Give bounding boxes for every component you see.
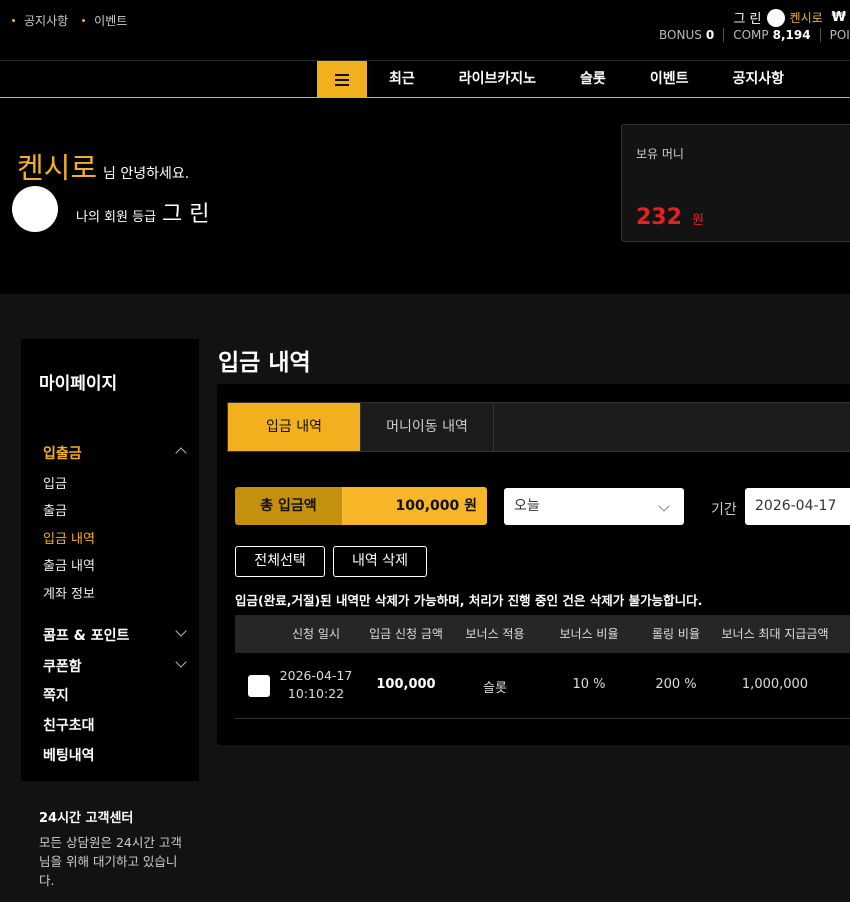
column-header: 보너스 최대 지급금액 <box>721 627 829 641</box>
row-checkbox[interactable] <box>248 675 270 697</box>
greeting: 켄시로 님 안녕하세요. <box>17 145 189 187</box>
balance-amount: 232 원 <box>636 205 704 230</box>
menu-icon-line <box>335 78 349 81</box>
total-deposit-value: 100,000 원 <box>342 487 487 525</box>
sidebar-item-bet-history[interactable]: 베팅내역 <box>43 745 95 765</box>
comp-point: COMP 8,194 <box>733 28 821 42</box>
total-deposit: 총 입금액 100,000 원 <box>235 487 487 525</box>
table-row: 2026-04-17 10:10:22 100,000 슬롯 10 % 200 … <box>235 653 850 719</box>
member-grade-label: 나의 회원 등급 <box>76 210 157 225</box>
bullet-icon <box>12 19 15 22</box>
support-description: 모든 상담원은 24시간 고객님을 위해 대기하고 있습니다. <box>39 835 182 888</box>
support-center: 24시간 고객센터 모든 상담원은 24시간 고객님을 위해 대기하고 있습니다… <box>21 781 199 902</box>
row-date-time: 2026-04-17 10:10:22 <box>279 668 353 701</box>
sidebar-group-deposit-withdraw[interactable]: 입출금 <box>43 443 187 463</box>
user-grade: 그 린 <box>733 12 762 27</box>
sidebar-item-withdraw[interactable]: 출금 <box>43 500 67 519</box>
row-max-bonus: 1,000,000 <box>741 677 809 692</box>
bonus-point: BONUS 0 <box>659 28 725 42</box>
sidebar-title: 마이페이지 <box>39 374 118 394</box>
top-links: 공지사항 이벤트 <box>12 12 127 29</box>
balance-value: 232 <box>636 205 682 230</box>
tab-money-transfer-history[interactable]: 머니이동 내역 <box>361 403 494 451</box>
nav-item-recent[interactable]: 최근 <box>367 61 437 98</box>
balance-card: 보유 머니 232 원 <box>621 124 850 242</box>
delete-history-button[interactable]: 내역 삭제 <box>333 546 427 577</box>
column-header: 보너스 비율 <box>559 627 619 641</box>
menu-icon-line <box>335 73 349 76</box>
user-summary: 그 린 켄시로 ₩ <box>733 8 846 27</box>
top-link-event[interactable]: 이벤트 <box>82 12 127 29</box>
mypage-sidebar: 마이페이지 입출금 입금 출금 입금 내역 출금 내역 계좌 정보 콤프 & 포… <box>21 339 199 902</box>
menu-icon-line <box>335 83 349 86</box>
row-rolling-rate: 200 % <box>655 677 697 692</box>
point-label: POIN <box>829 28 850 42</box>
sidebar-item-deposit[interactable]: 입금 <box>43 473 67 492</box>
select-all-button[interactable]: 전체선택 <box>235 546 325 577</box>
column-header: 입금 신청 금액 <box>369 627 443 641</box>
sidebar-item-account-info[interactable]: 계좌 정보 <box>43 583 95 602</box>
sidebar-item-withdraw-history[interactable]: 출금 내역 <box>43 555 95 574</box>
period-select[interactable]: 오늘 <box>504 488 684 525</box>
chevron-up-icon <box>175 447 187 459</box>
nav-item-event[interactable]: 이벤트 <box>628 61 711 98</box>
hamburger-menu-button[interactable] <box>317 61 367 98</box>
balance-label: 보유 머니 <box>636 147 684 161</box>
row-bonus-rate: 10 % <box>572 677 606 692</box>
sidebar-group-coupon[interactable]: 쿠폰함 <box>43 656 187 676</box>
table-header: 신청 일시 입금 신청 금액 보너스 적용 보너스 비율 롤링 비율 보너스 최… <box>235 615 850 653</box>
bullet-icon <box>82 19 86 22</box>
row-bonus-type: 슬롯 <box>483 681 507 696</box>
top-link-notice[interactable]: 공지사항 <box>12 12 68 29</box>
member-grade: 나의 회원 등급 그 린 <box>76 196 210 228</box>
support-title: 24시간 고객센터 <box>39 811 134 826</box>
nav-item-live-casino[interactable]: 라이브카지노 <box>437 61 558 98</box>
member-avatar <box>12 186 58 232</box>
balance-unit: 원 <box>691 213 704 228</box>
period-label: 기간 <box>711 502 737 518</box>
row-amount: 100,000 <box>376 677 436 692</box>
nav-item-notice[interactable]: 공지사항 <box>710 61 806 98</box>
sidebar-group-comp-point[interactable]: 콤프 & 포인트 <box>43 625 187 645</box>
column-header: 보너스 적용 <box>465 627 525 641</box>
points-summary: BONUS 0 COMP 8,194 POIN <box>659 28 850 42</box>
total-deposit-label: 총 입금액 <box>235 487 342 525</box>
delete-notice: 입금(완료,거절)된 내역만 삭제가 가능하며, 처리가 진행 중인 건은 삭제… <box>235 593 703 608</box>
nav-items: 최근 라이브카지노 슬롯 이벤트 공지사항 <box>367 61 806 98</box>
greeting-suffix: 님 안녕하세요. <box>103 166 190 182</box>
date-input[interactable]: 2026-04-17 <box>745 488 850 525</box>
currency-symbol: ₩ <box>831 10 846 25</box>
content-panel: 입금 내역 머니이동 내역 총 입금액 100,000 원 오늘 기간 2026… <box>217 384 850 745</box>
page-title: 입금 내역 <box>218 350 311 376</box>
member-grade-value: 그 린 <box>162 202 210 227</box>
chevron-down-icon <box>175 625 187 637</box>
column-header: 롤링 비율 <box>652 627 700 641</box>
column-header: 신청 일시 <box>292 627 340 641</box>
sidebar-item-message[interactable]: 쪽지 <box>43 685 69 705</box>
user-avatar-icon <box>766 8 785 27</box>
sidebar-item-invite[interactable]: 친구초대 <box>43 715 95 735</box>
tab-deposit-history[interactable]: 입금 내역 <box>228 403 361 451</box>
greeting-name: 켄시로 <box>17 151 98 185</box>
main-nav: 최근 라이브카지노 슬롯 이벤트 공지사항 <box>0 60 850 98</box>
chevron-down-icon <box>658 500 670 512</box>
sidebar-item-deposit-history[interactable]: 입금 내역 <box>43 528 95 547</box>
history-tabs: 입금 내역 머니이동 내역 <box>227 402 850 452</box>
user-name[interactable]: 켄시로 <box>790 9 823 26</box>
chevron-down-icon <box>175 656 187 668</box>
nav-item-slot[interactable]: 슬롯 <box>558 61 628 98</box>
